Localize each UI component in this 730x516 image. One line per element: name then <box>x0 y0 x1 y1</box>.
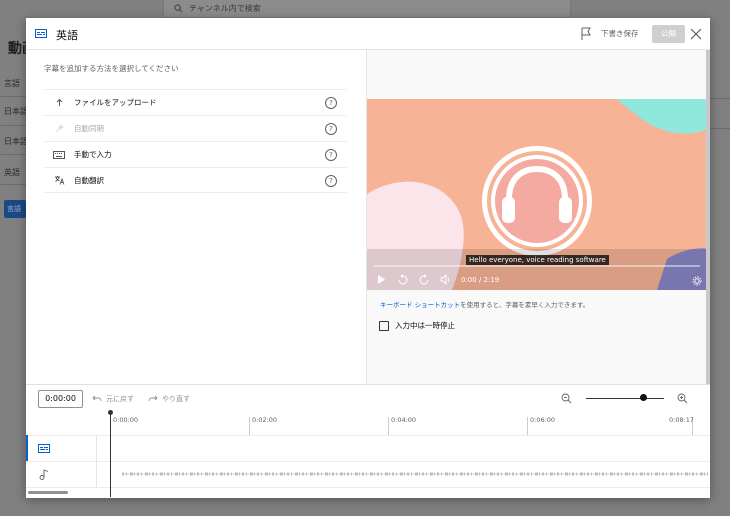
subtitle-track[interactable] <box>26 435 710 462</box>
redo-label: やり直す <box>162 395 190 403</box>
playhead[interactable] <box>110 413 111 497</box>
settings-gear-icon[interactable] <box>692 276 702 286</box>
bg-language-button: 言語 <box>4 200 26 218</box>
current-time-input[interactable]: 0:00:00 <box>38 390 83 408</box>
timeline-panel: 0:00:00 元に戻す やり直す 0:00:00 0:02:00 0:04:0… <box>26 384 710 498</box>
keyboard-shortcut-link[interactable]: キーボード ショートカット <box>380 301 460 309</box>
redo-icon <box>148 395 158 402</box>
vertical-scrollbar[interactable] <box>706 50 710 384</box>
divider <box>0 184 26 185</box>
play-icon[interactable] <box>377 274 386 285</box>
help-icon[interactable]: ? <box>325 149 337 161</box>
help-icon[interactable]: ? <box>325 97 337 109</box>
method-upload-file[interactable]: ファイルをアップロード ? <box>44 89 347 115</box>
method-instruction: 字幕を追加する方法を選択してください <box>44 64 179 73</box>
feedback-flag-icon[interactable] <box>580 27 592 41</box>
keyboard-icon <box>44 150 74 159</box>
publish-button[interactable]: 公開 <box>652 25 685 43</box>
video-caption: Hello everyone, voice reading software <box>466 255 609 265</box>
audio-track-header <box>26 461 97 487</box>
video-player[interactable]: Hello everyone, voice reading software 0… <box>367 99 707 290</box>
dialog-title: 英語 <box>56 29 78 42</box>
bg-row-label: 日本語 <box>4 107 28 116</box>
zoom-out-icon[interactable] <box>561 393 572 404</box>
music-note-icon <box>39 469 49 480</box>
subtitles-icon <box>35 29 47 38</box>
zoom-in-icon[interactable] <box>677 393 688 404</box>
close-icon[interactable] <box>690 28 702 40</box>
undo-icon <box>92 395 102 402</box>
search-placeholder: チャンネル内で検索 <box>189 4 261 13</box>
help-icon[interactable]: ? <box>325 123 337 135</box>
divider <box>0 154 26 155</box>
subtitle-track-header <box>26 435 97 461</box>
dialog-header: 英語 下書き保存 公開 <box>26 18 710 50</box>
ruler-tick-label: 0:02:00 <box>252 416 278 424</box>
divider <box>0 96 26 97</box>
horizontal-scrollbar[interactable] <box>28 491 68 494</box>
video-time: 0:00 / 2:19 <box>461 276 500 284</box>
method-label: 自動同期 <box>74 124 104 133</box>
undo-button[interactable]: 元に戻す <box>92 394 134 404</box>
method-label: ファイルをアップロード <box>74 98 157 107</box>
volume-icon[interactable] <box>440 274 452 285</box>
track-selected-indicator <box>26 435 28 461</box>
translate-icon <box>44 175 74 185</box>
undo-label: 元に戻す <box>106 395 134 403</box>
upload-icon <box>44 98 74 107</box>
divider <box>0 125 26 126</box>
method-panel: 字幕を追加する方法を選択してください ファイルをアップロード ? 自動同期 ? <box>26 50 366 384</box>
channel-search-input: チャンネル内で検索 <box>163 0 571 18</box>
ruler-tick-label: 0:04:00 <box>391 416 417 424</box>
bg-row-label: 言語 <box>4 79 20 88</box>
audio-waveform <box>122 472 708 476</box>
ruler-tick-label: 0:06:00 <box>530 416 556 424</box>
bg-row-label: 日本語 <box>4 137 28 146</box>
divider <box>710 128 730 129</box>
shortcut-hint-text: を使用すると、字幕を素早く入力できます。 <box>460 301 590 309</box>
shortcut-hint: キーボード ショートカットを使用すると、字幕を素早く入力できます。 <box>380 299 589 309</box>
zoom-slider-thumb[interactable] <box>640 394 647 401</box>
audio-track[interactable] <box>26 461 710 488</box>
ruler-tick-label: 0:08:17 <box>669 416 695 424</box>
divider <box>710 98 730 99</box>
method-auto-sync: 自動同期 ? <box>44 115 347 141</box>
help-icon[interactable]: ? <box>325 175 337 187</box>
save-draft-button[interactable]: 下書き保存 <box>601 27 639 41</box>
pause-while-typing-checkbox[interactable] <box>379 320 389 331</box>
bg-row-label: 英語 <box>4 168 20 177</box>
forward-icon[interactable] <box>418 274 430 286</box>
pause-while-typing-row[interactable]: 入力中は一時停止 <box>379 320 455 331</box>
subtitle-dialog: 英語 下書き保存 公開 字幕を追加する方法を選択してください ファイルをアップロ… <box>26 18 710 498</box>
method-auto-translate[interactable]: 自動翻訳 ? <box>44 167 347 193</box>
auto-sync-icon <box>44 124 74 133</box>
preview-panel: Hello everyone, voice reading software 0… <box>366 50 710 384</box>
search-icon <box>174 4 183 13</box>
subtitles-icon <box>38 444 50 453</box>
method-list: ファイルをアップロード ? 自動同期 ? 手動で入力 ? 自動翻訳 ? <box>44 89 347 193</box>
ruler-tick-label: 0:00:00 <box>113 416 139 424</box>
video-controls: 0:00 / 2:19 <box>367 271 707 290</box>
method-manual-input[interactable]: 手動で入力 ? <box>44 141 347 167</box>
redo-button[interactable]: やり直す <box>148 394 190 404</box>
video-progress-bar[interactable] <box>374 265 700 267</box>
rewind-icon[interactable] <box>397 274 409 286</box>
method-label: 手動で入力 <box>74 150 112 159</box>
method-label: 自動翻訳 <box>74 175 104 185</box>
zoom-slider-track[interactable] <box>586 398 664 399</box>
pause-while-typing-label: 入力中は一時停止 <box>395 321 455 330</box>
time-ruler[interactable]: 0:00:00 0:02:00 0:04:00 0:06:00 0:08:17 <box>26 411 710 436</box>
